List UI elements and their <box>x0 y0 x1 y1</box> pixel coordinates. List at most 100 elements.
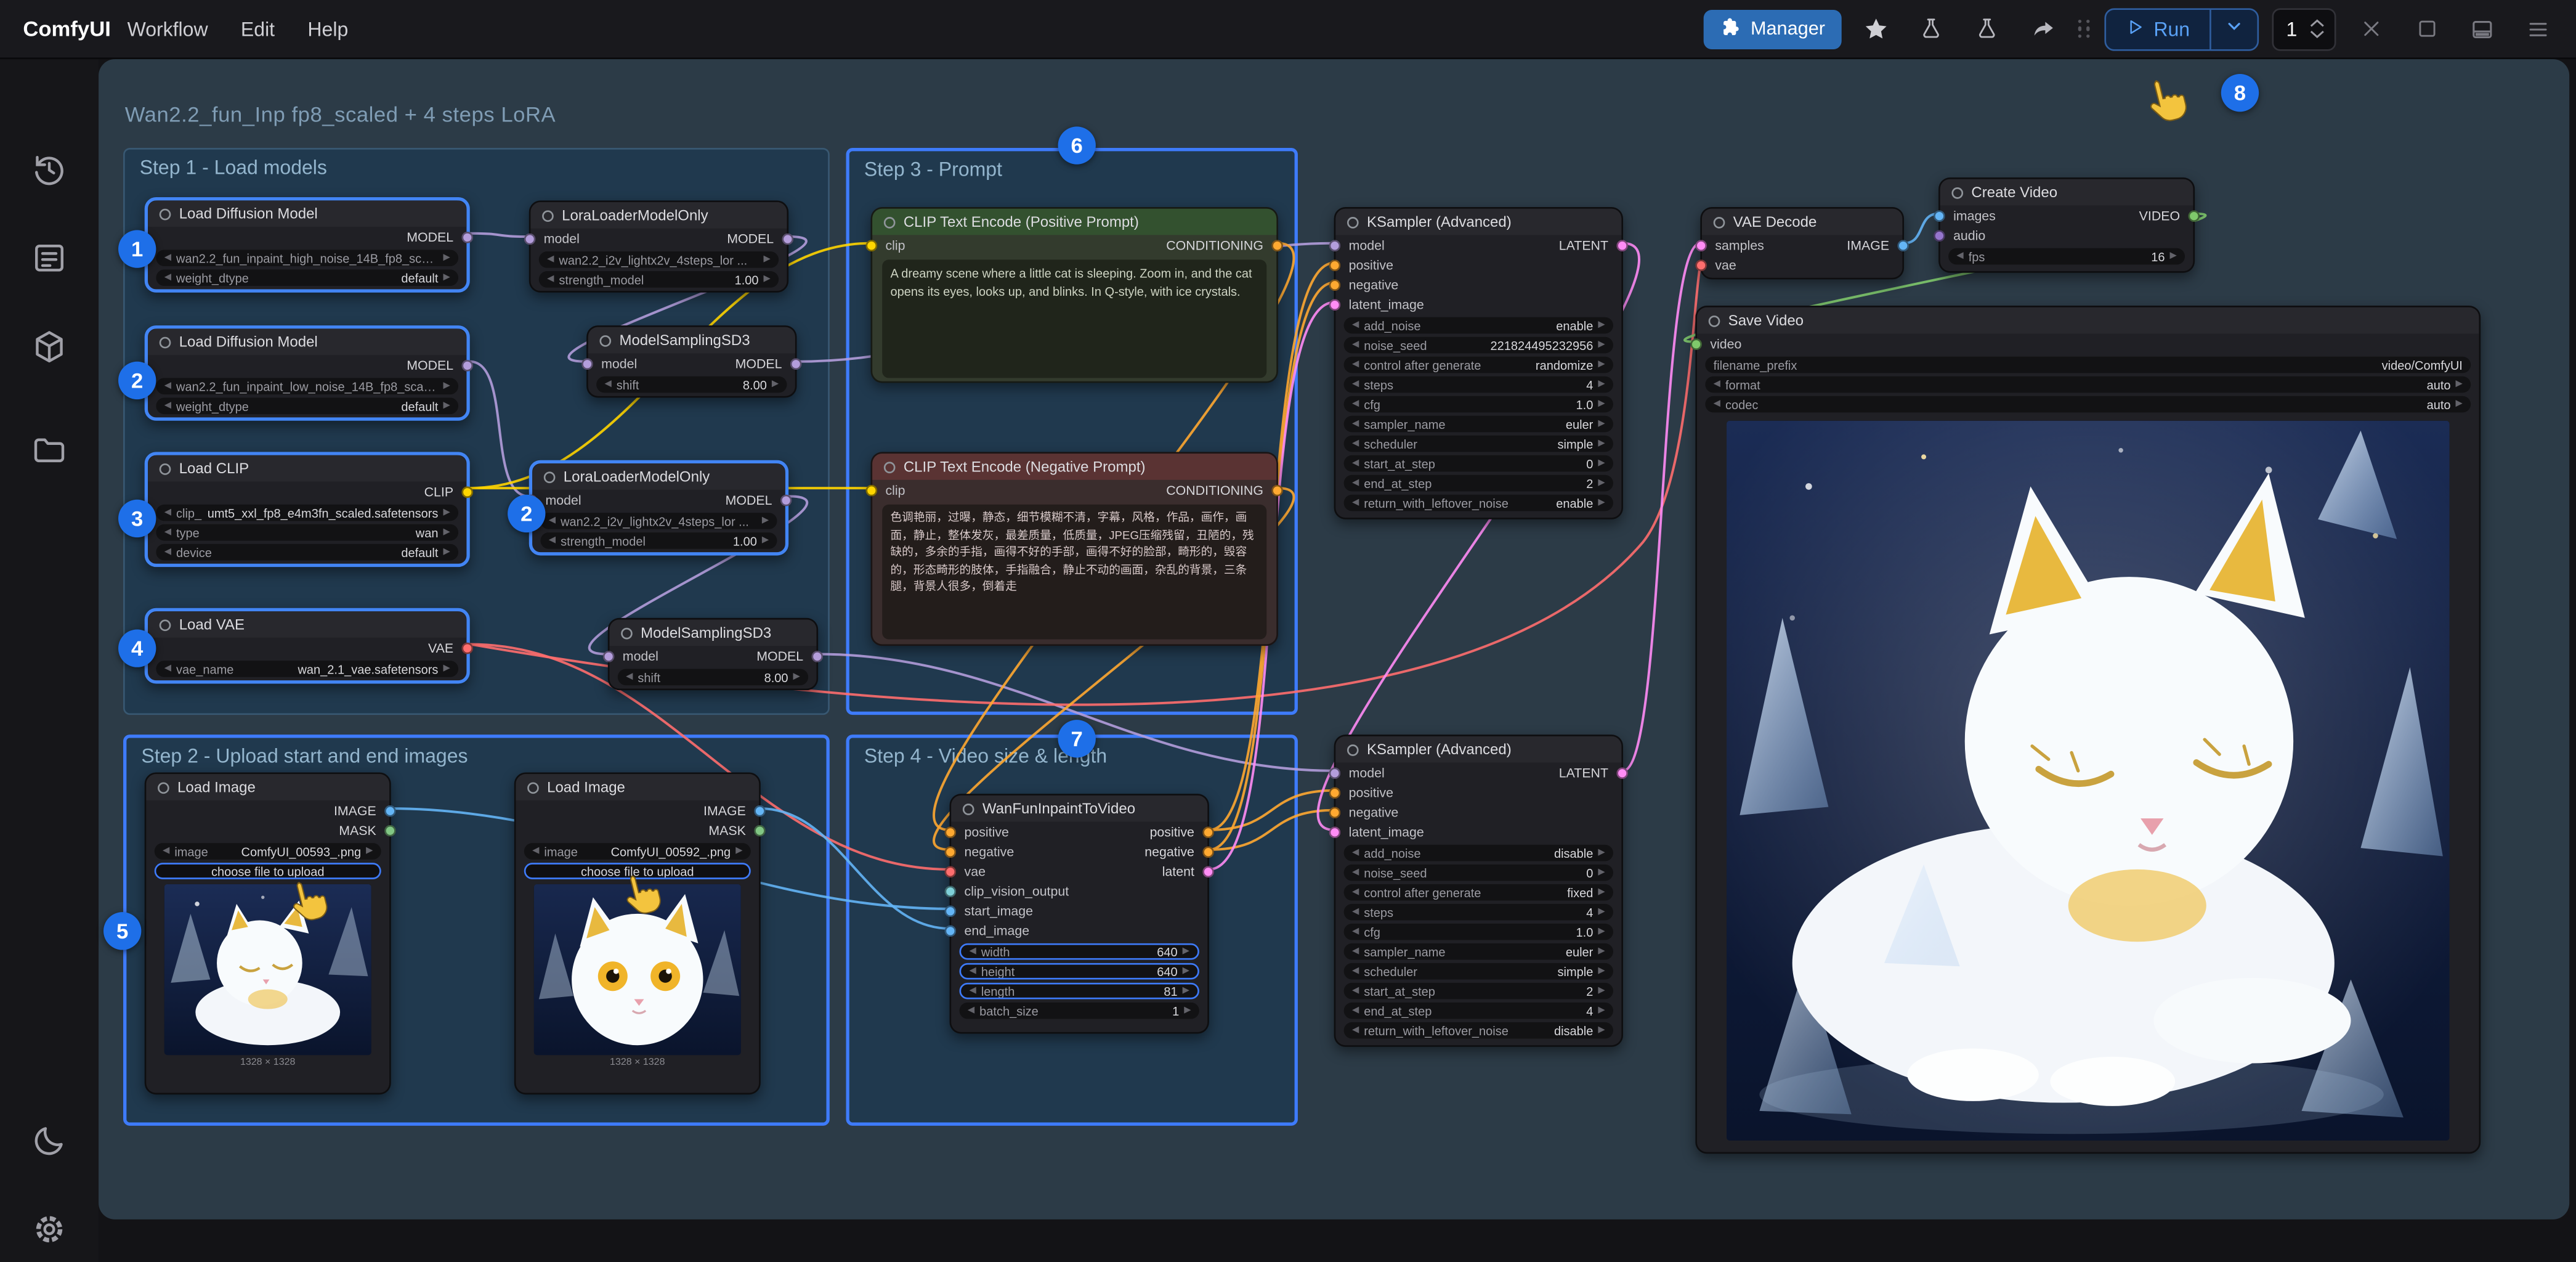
add-noise-widget[interactable]: ◀add_noiseenable▶ <box>1344 317 1613 334</box>
negative-input-port[interactable] <box>1329 279 1341 291</box>
latent-image-input-port[interactable] <box>1329 827 1341 839</box>
sampler-name-widget[interactable]: ◀sampler_nameeuler▶ <box>1344 416 1613 433</box>
collapse-dot[interactable] <box>160 619 171 630</box>
image-output-port[interactable] <box>384 805 396 817</box>
vae-input-port[interactable] <box>945 866 957 878</box>
start-image-input-port[interactable] <box>945 906 957 918</box>
positive-output-port[interactable] <box>1202 827 1214 839</box>
node-create-video[interactable]: Create Video imagesVIDEO audio ◀fps16▶ <box>1938 177 2195 273</box>
settings-icon[interactable] <box>31 1211 68 1248</box>
latent-output-port[interactable] <box>1202 866 1214 878</box>
latent-image-input-port[interactable] <box>1329 299 1341 311</box>
collapse-dot[interactable] <box>1347 744 1359 755</box>
unet-name-widget[interactable]: ◀wan2.2_fun_inpaint_high_noise_14B_fp8_s… <box>156 250 458 266</box>
flask-icon[interactable] <box>1966 7 2009 50</box>
weight-dtype-widget[interactable]: ◀weight_dtypedefault▶ <box>156 397 458 414</box>
weight-dtype-widget[interactable]: ◀weight_dtypedefault▶ <box>156 269 458 286</box>
node-model-sampling-sd3-2[interactable]: ModelSamplingSD3 modelMODEL ◀shift8.00▶ <box>608 618 818 690</box>
menu-edit[interactable]: Edit <box>224 7 291 50</box>
node-model-sampling-sd3-1[interactable]: ModelSamplingSD3 modelMODEL ◀shift8.00▶ <box>586 325 796 397</box>
start-at-step-widget[interactable]: ◀start_at_step0▶ <box>1344 455 1613 472</box>
collapse-dot[interactable] <box>1714 216 1725 228</box>
start-at-step-widget[interactable]: ◀start_at_step2▶ <box>1344 983 1613 999</box>
negative-input-port[interactable] <box>945 847 957 858</box>
maximize-icon[interactable] <box>2405 7 2447 50</box>
filename-prefix-widget[interactable]: filename_prefixvideo/ComfyUI <box>1705 357 2471 373</box>
node-load-clip[interactable]: Load CLIP CLIP ◀clip_umt5_xxl_fp8_e4m3fn… <box>145 452 470 567</box>
control-after-generate-widget[interactable]: ◀control after generaterandomize▶ <box>1344 357 1613 373</box>
collapse-dot[interactable] <box>544 471 556 482</box>
scheduler-widget[interactable]: ◀schedulersimple▶ <box>1344 963 1613 980</box>
noise-seed-widget[interactable]: ◀noise_seed0▶ <box>1344 865 1613 881</box>
collapse-dot[interactable] <box>542 210 554 221</box>
collapse-dot[interactable] <box>158 781 169 793</box>
queue-icon[interactable] <box>31 240 68 276</box>
collapse-dot[interactable] <box>160 336 171 348</box>
flask-icon[interactable] <box>1911 7 1953 50</box>
node-load-diffusion-model-high[interactable]: Load Diffusion Model MODEL ◀wan2.2_fun_i… <box>145 197 470 293</box>
latent-output-port[interactable] <box>1616 240 1628 251</box>
video-output-port[interactable] <box>2188 210 2200 222</box>
end-at-step-widget[interactable]: ◀end_at_step4▶ <box>1344 1003 1613 1019</box>
node-ksampler-advanced-2[interactable]: KSampler (Advanced) modelLATENT positive… <box>1334 735 1623 1047</box>
node-clip-text-encode-negative[interactable]: CLIP Text Encode (Negative Prompt) clipC… <box>871 452 1278 646</box>
unet-name-widget[interactable]: ◀wan2.2_fun_inpaint_low_noise_14B_fp8_sc… <box>156 378 458 394</box>
node-load-image-end[interactable]: Load Image IMAGE MASK ◀imageComfyUI_0059… <box>514 772 761 1094</box>
end-at-step-widget[interactable]: ◀end_at_step2▶ <box>1344 475 1613 492</box>
positive-input-port[interactable] <box>1329 787 1341 799</box>
history-icon[interactable] <box>31 151 68 187</box>
clip-type-widget[interactable]: ◀typewan▶ <box>156 524 458 541</box>
lora-name-widget[interactable]: ◀wan2.2_i2v_lightx2v_4steps_lor ...▶ <box>539 251 779 268</box>
device-widget[interactable]: ◀devicedefault▶ <box>156 544 458 561</box>
return-leftover-noise-widget[interactable]: ◀return_with_leftover_noiseenable▶ <box>1344 495 1613 511</box>
workflows-icon[interactable] <box>31 432 68 468</box>
shift-widget[interactable]: ◀shift8.00▶ <box>618 669 808 685</box>
node-clip-text-encode-positive[interactable]: CLIP Text Encode (Positive Prompt) clipC… <box>871 207 1278 383</box>
lora-name-widget[interactable]: ◀wan2.2_i2v_lightx2v_4steps_lor ...▶ <box>540 513 777 529</box>
model-output-port[interactable] <box>780 495 792 507</box>
model-output-port[interactable] <box>461 232 473 243</box>
image-output-port[interactable] <box>1897 240 1909 251</box>
model-input-port[interactable] <box>603 651 615 662</box>
collapse-dot[interactable] <box>1709 315 1720 327</box>
model-output-port[interactable] <box>811 651 823 662</box>
bottom-panel-icon[interactable] <box>2461 7 2503 50</box>
run-button[interactable]: Run <box>2106 17 2209 40</box>
batch-count-stepper[interactable]: 1 <box>2272 7 2336 50</box>
clip-input-port[interactable] <box>866 485 878 497</box>
collapse-dot[interactable] <box>621 627 633 638</box>
image-output-port[interactable] <box>754 805 766 817</box>
vae-name-widget[interactable]: ◀vae_namewan_2.1_vae.safetensors▶ <box>156 661 458 677</box>
clip-output-port[interactable] <box>461 486 473 498</box>
collapse-dot[interactable] <box>527 781 539 793</box>
model-input-port[interactable] <box>1329 767 1341 779</box>
samples-input-port[interactable] <box>1695 240 1707 251</box>
negative-output-port[interactable] <box>1202 847 1214 858</box>
images-input-port[interactable] <box>1934 210 1945 222</box>
strength-model-widget[interactable]: ◀strength_model1.00▶ <box>540 532 777 549</box>
shift-widget[interactable]: ◀shift8.00▶ <box>596 377 787 393</box>
width-widget[interactable]: ◀width640▶ <box>960 943 1199 960</box>
manager-button[interactable]: Manager <box>1703 9 1842 49</box>
image-file-widget[interactable]: ◀imageComfyUI_00593_.png▶ <box>155 843 381 860</box>
collapse-dot[interactable] <box>963 803 974 815</box>
return-leftover-noise-widget[interactable]: ◀return_with_leftover_noisedisable▶ <box>1344 1022 1613 1039</box>
model-library-icon[interactable] <box>31 328 68 365</box>
collapse-dot[interactable] <box>599 335 611 346</box>
node-wan-fun-inpaint-to-video[interactable]: WanFunInpaintToVideo positivepositive ne… <box>950 794 1209 1033</box>
positive-prompt-textarea[interactable]: A dreamy scene where a little cat is sle… <box>882 259 1266 378</box>
model-input-port[interactable] <box>524 234 536 245</box>
share-icon[interactable] <box>2022 7 2065 50</box>
collapse-dot[interactable] <box>1347 216 1359 228</box>
node-lora-loader-2[interactable]: LoraLoaderModelOnly modelMODEL ◀wan2.2_i… <box>529 460 788 556</box>
vae-output-port[interactable] <box>461 643 473 654</box>
codec-widget[interactable]: ◀codecauto▶ <box>1705 396 2471 413</box>
mask-output-port[interactable] <box>754 825 766 837</box>
height-widget[interactable]: ◀height640▶ <box>960 963 1199 980</box>
star-icon[interactable] <box>1855 7 1897 50</box>
latent-output-port[interactable] <box>1616 767 1628 779</box>
sampler-name-widget[interactable]: ◀sampler_nameeuler▶ <box>1344 943 1613 960</box>
model-output-port[interactable] <box>782 234 793 245</box>
clip-input-port[interactable] <box>866 240 878 251</box>
positive-input-port[interactable] <box>1329 259 1341 271</box>
